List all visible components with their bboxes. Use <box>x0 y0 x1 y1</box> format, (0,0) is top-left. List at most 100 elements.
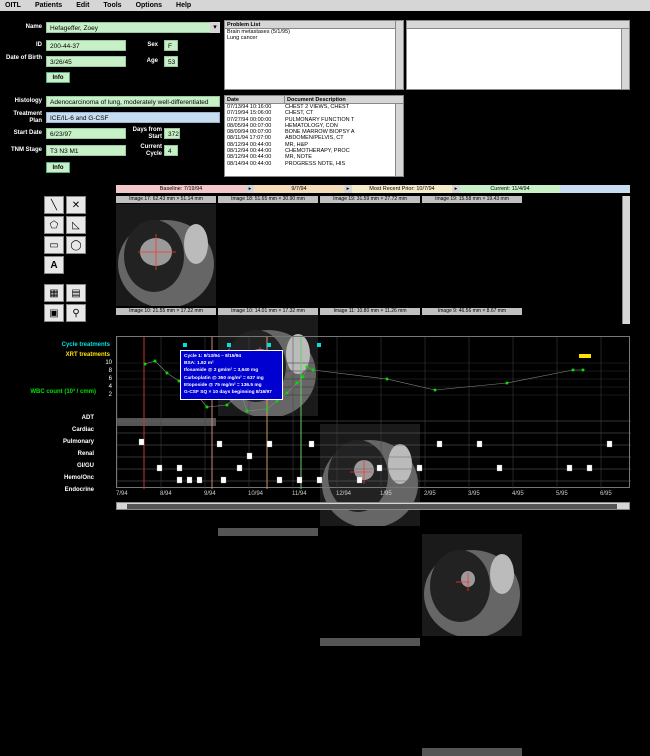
document-list-panel: Date Document Description 07/13/94 10:16… <box>224 95 404 177</box>
histology-field[interactable]: Adenocarcinoma of lung, moderately well-… <box>46 96 220 107</box>
tool-palette: ╲ ✕ ⬠ ◺ ▭ ◯ A ▦ ▤ ▣ ⚲ <box>44 196 88 322</box>
patient-id-field[interactable]: 200-44-37 <box>46 40 126 51</box>
tooltip-line: G-CSF SQ × 10 days beginning 8/16/97 <box>184 390 272 396</box>
tab-current[interactable]: Current: 11/4/94 <box>460 185 560 193</box>
timeline-row-label: Hemo/Onc <box>63 475 94 481</box>
sex-field[interactable]: F <box>164 40 178 51</box>
info-button[interactable]: Info <box>46 72 70 83</box>
tab-baseline[interactable]: Baseline: 7/19/94 <box>116 185 246 193</box>
timeline-row-label: Renal <box>77 451 94 457</box>
menu-options[interactable]: Options <box>136 2 162 9</box>
x-axis-tick: 8/94 <box>160 491 172 497</box>
description-column-header[interactable]: Document Description <box>285 96 346 103</box>
chevron-down-icon[interactable]: ▾ <box>210 22 220 33</box>
sex-label: Sex <box>147 42 158 48</box>
xrt-treatments-label: XRT treatments <box>65 352 110 358</box>
x-axis-tick: 11/94 <box>292 491 307 497</box>
start-label: Start Date <box>13 130 42 136</box>
tooltip-line: Carboplatin @ 350 mg/m² = 637 mg <box>184 375 264 381</box>
problem-item[interactable]: Lung cancer <box>225 35 403 41</box>
timeline-row-label: Cardiac <box>71 427 94 433</box>
problem-scrollbar[interactable] <box>395 21 403 89</box>
rectangle-icon[interactable]: ▭ <box>44 236 64 254</box>
age-label: Age <box>146 58 158 64</box>
tooltip-line: Etoposide @ 75 mg/m² = 136.5 mg <box>184 382 262 388</box>
ct-scan-image[interactable] <box>218 528 318 536</box>
magnify-icon[interactable]: ⚲ <box>66 304 86 322</box>
menu-oitl[interactable]: OITL <box>5 2 21 9</box>
ct-scan-image[interactable] <box>422 534 522 636</box>
cross-measure-icon[interactable]: ✕ <box>66 196 86 214</box>
info-button-2[interactable]: Info <box>46 162 70 173</box>
date-column-header[interactable]: Date <box>225 96 285 103</box>
ct-scan-image[interactable] <box>422 748 522 756</box>
tooltip-line: BSA: 1.82 m² <box>184 361 214 367</box>
x-axis-tick: 9/94 <box>204 491 216 497</box>
document-date: 08/14/94 00:44:00 <box>227 160 272 167</box>
days-label: Days from Start <box>132 127 162 140</box>
menu-help[interactable]: Help <box>176 2 191 9</box>
menu-patients[interactable]: Patients <box>35 2 62 9</box>
image-caption: Image 10: 21.55 mm × 17.22 mm <box>116 308 216 315</box>
chevron-right-icon[interactable]: ▸ <box>452 185 460 193</box>
cycle-label: Current Cycle <box>140 144 162 157</box>
days-field[interactable]: 372 <box>164 128 180 139</box>
dob-label: Date of Birth <box>6 55 42 61</box>
x-axis-tick: 5/95 <box>556 491 568 497</box>
image-scrollbar[interactable] <box>622 196 630 324</box>
timeline-scroll-thumb[interactable] <box>127 504 617 509</box>
menu-edit[interactable]: Edit <box>76 2 89 9</box>
polygon-icon[interactable]: ◺ <box>66 216 86 234</box>
cycle-tooltip: Cycle 1: 8/13/94 – 8/15/94 BSA: 1.82 m² If… <box>180 350 283 400</box>
tnm-field[interactable]: T3 N3 M1 <box>46 145 126 156</box>
id-label: ID <box>36 42 42 48</box>
image-caption: Image 17: 62.43 mm × 51.14 mm <box>116 196 216 203</box>
treatment-plan-field[interactable]: ICE/IL-6 and G-CSF <box>46 112 220 123</box>
problem-list-header: Problem List <box>225 21 403 29</box>
text-annotation-icon[interactable]: A <box>44 256 64 274</box>
timeline-scrollbar[interactable] <box>116 502 630 510</box>
film-strip-icon[interactable]: ▦ <box>44 284 64 302</box>
document-row[interactable]: 08/14/94 00:44:00 PROGRESS NOTE, HIS <box>225 161 403 167</box>
grid-layout-icon[interactable]: ▤ <box>66 284 86 302</box>
image-tabs: Baseline: 7/19/94 ▸ 9/7/94 ▸ Most Recent… <box>116 185 630 193</box>
image-caption: Image 11: 10.80 mm × 11.26 mm <box>320 308 420 315</box>
save-image-icon[interactable]: ▣ <box>44 304 64 322</box>
freeform-region-icon[interactable]: ⬠ <box>44 216 64 234</box>
x-axis-tick: 4/95 <box>512 491 524 497</box>
x-axis-tick: 1/95 <box>380 491 392 497</box>
start-date-field[interactable]: 6/23/97 <box>46 128 126 139</box>
menu-tools[interactable]: Tools <box>103 2 121 9</box>
ct-scan-image[interactable] <box>116 204 216 306</box>
chevron-right-icon[interactable]: ▸ <box>246 185 254 193</box>
patient-name-select[interactable]: Hefageffer, Zoey <box>46 22 214 33</box>
timeline-row-label: GI/GU <box>76 463 94 469</box>
tab-most-recent-prior[interactable]: Most Recent Prior: 10/7/94 <box>352 185 452 193</box>
timeline-row-label: Pulmonary <box>62 439 94 445</box>
ellipse-icon[interactable]: ◯ <box>66 236 86 254</box>
notes-scrollbar[interactable] <box>621 29 629 89</box>
histology-label: Histology <box>14 98 42 104</box>
image-caption: Image 19: 31.59 mm × 27.72 mm <box>320 196 420 203</box>
x-axis-tick: 12/94 <box>336 491 352 497</box>
x-axis-tick: 6/95 <box>600 491 612 497</box>
tab-9-7-94[interactable]: 9/7/94 <box>254 185 344 193</box>
document-scrollbar[interactable] <box>395 104 403 176</box>
wbc-count-label: WBC count (10³ / cmm) <box>30 389 96 395</box>
measure-line-icon[interactable]: ╲ <box>44 196 64 214</box>
x-axis-tick: 7/94 <box>116 491 128 497</box>
timeline-row-label: Endocrine <box>64 487 94 493</box>
age-field[interactable]: 53 <box>164 56 178 67</box>
chevron-right-icon[interactable]: ▸ <box>344 185 352 193</box>
menu-bar: OITL Patients Edit Tools Options Help <box>0 0 650 11</box>
problem-list-panel: Problem List Brain metastases (5/1/95) L… <box>224 20 404 90</box>
cycle-field[interactable]: 4 <box>164 145 178 156</box>
image-caption: Image 19: 15.58 mm × 19.43 mm <box>422 196 522 203</box>
plan-label: Treatment Plan <box>13 111 42 124</box>
ct-scan-image[interactable] <box>320 638 420 646</box>
image-caption: Image 10: 14.01 mm × 17.32 mm <box>218 308 318 315</box>
tooltip-line: Cycle 1: 8/13/94 – 8/15/94 <box>184 354 242 359</box>
image-caption: Image 9: 46.56 mm × 8.67 mm <box>422 308 522 315</box>
document-description: PROGRESS NOTE, HIS <box>285 160 346 167</box>
dob-field[interactable]: 3/26/45 <box>46 56 126 67</box>
